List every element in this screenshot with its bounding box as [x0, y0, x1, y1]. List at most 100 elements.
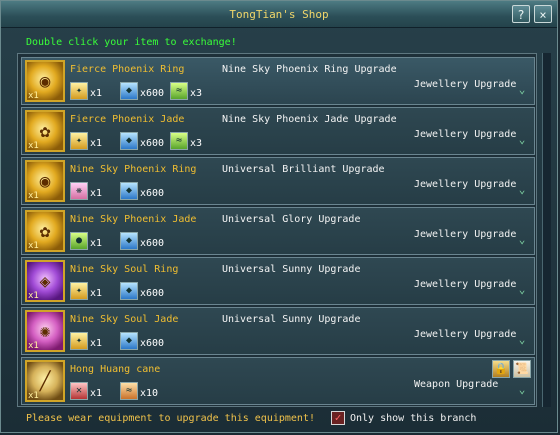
- material-quantity: x3: [190, 138, 203, 149]
- crystal-icon: ◆: [125, 185, 133, 196]
- item-quantity: x1: [28, 91, 39, 101]
- material-icon: ✕: [70, 382, 88, 400]
- item-icon[interactable]: ◉ x1: [25, 60, 65, 102]
- scroll-icon[interactable]: 📜: [513, 360, 531, 378]
- crystal-icon: ◆: [125, 235, 133, 246]
- material-quantity: x1: [90, 88, 103, 99]
- gem-icon: ✦: [75, 285, 83, 296]
- item-quantity: x1: [28, 291, 39, 301]
- help-button[interactable]: ?: [512, 5, 530, 23]
- material-quantity: x600: [140, 288, 165, 299]
- exchange-row[interactable]: ✿ x1 Fierce Phoenix Jade Nine Sky Phoeni…: [21, 107, 535, 155]
- item-name: Nine Sky Phoenix Ring: [70, 164, 197, 175]
- item-icon[interactable]: ✺ x1: [25, 310, 65, 352]
- material-quantity: x10: [140, 388, 159, 399]
- shell-icon: ❋: [75, 185, 83, 196]
- feather-icon: ≈: [175, 135, 183, 146]
- material-quantity: x1: [90, 138, 103, 149]
- cross-icon: ✕: [75, 385, 83, 396]
- shop-window: TongTian's Shop ? × Double click your it…: [0, 0, 558, 433]
- material-icon: ◆: [120, 282, 138, 300]
- exchange-row[interactable]: ◈ x1 Nine Sky Soul Ring Universal Sunny …: [21, 257, 535, 305]
- soul-ring-icon: ◈: [39, 271, 51, 292]
- crystal-icon: ◆: [125, 135, 133, 146]
- chevron-down-icon[interactable]: ⌄: [516, 184, 528, 196]
- upgrade-branch: Jewellery Upgrade: [414, 179, 517, 190]
- upgrade-branch: Weapon Upgrade: [414, 379, 499, 390]
- upgrade-name: Universal Glory Upgrade: [222, 214, 361, 225]
- material-icon: ❋: [70, 182, 88, 200]
- material-icon: ≈: [120, 382, 138, 400]
- material-quantity: x1: [90, 388, 103, 399]
- chevron-down-icon[interactable]: ⌄: [516, 384, 528, 396]
- chevron-down-icon[interactable]: ⌄: [516, 284, 528, 296]
- chevron-down-icon[interactable]: ⌄: [516, 234, 528, 246]
- material-quantity: x1: [90, 188, 103, 199]
- material-quantity: x1: [90, 238, 103, 249]
- item-name: Nine Sky Soul Jade: [70, 314, 179, 325]
- upgrade-branch: Jewellery Upgrade: [414, 279, 517, 290]
- window-title: TongTian's Shop: [229, 8, 329, 21]
- feather-icon: ≈: [175, 85, 183, 96]
- close-button[interactable]: ×: [534, 5, 552, 23]
- exchange-row[interactable]: ✺ x1 Nine Sky Soul Jade Universal Sunny …: [21, 307, 535, 355]
- item-icon[interactable]: ✿ x1: [25, 210, 65, 252]
- orb-icon: ●: [75, 235, 83, 246]
- material-quantity: x600: [140, 338, 165, 349]
- upgrade-branch: Jewellery Upgrade: [414, 129, 517, 140]
- exchange-hint: Double click your item to exchange!: [26, 37, 237, 48]
- item-quantity: x1: [28, 191, 39, 201]
- material-icon: ✦: [70, 332, 88, 350]
- ring-icon: ◉: [39, 171, 51, 192]
- material-icon: ≈: [170, 132, 188, 150]
- item-icon[interactable]: ◉ x1: [25, 160, 65, 202]
- feather-icon: ≈: [125, 385, 133, 396]
- vertical-scrollbar[interactable]: [542, 53, 551, 407]
- item-icon[interactable]: ◈ x1: [25, 260, 65, 302]
- item-quantity: x1: [28, 141, 39, 151]
- material-icon: ◆: [120, 332, 138, 350]
- only-show-branch-label: Only show this branch: [350, 413, 477, 424]
- item-name: Nine Sky Soul Ring: [70, 264, 179, 275]
- material-icon: ◆: [120, 82, 138, 100]
- crystal-icon: ◆: [125, 85, 133, 96]
- exchange-row[interactable]: ◉ x1 Fierce Phoenix Ring Nine Sky Phoeni…: [21, 57, 535, 105]
- upgrade-name: Nine Sky Phoenix Jade Upgrade: [222, 114, 397, 125]
- material-quantity: x600: [140, 138, 165, 149]
- item-name: Hong Huang cane: [70, 364, 161, 375]
- item-name: Fierce Phoenix Jade: [70, 114, 185, 125]
- upgrade-name: Universal Sunny Upgrade: [222, 264, 361, 275]
- item-icon[interactable]: ✿ x1: [25, 110, 65, 152]
- item-quantity: x1: [28, 391, 39, 401]
- upgrade-name: Nine Sky Phoenix Ring Upgrade: [222, 64, 397, 75]
- item-quantity: x1: [28, 341, 39, 351]
- lock-icon[interactable]: 🔒: [492, 360, 510, 378]
- upgrade-branch: Jewellery Upgrade: [414, 229, 517, 240]
- only-show-branch-checkbox[interactable]: ✓: [331, 411, 345, 425]
- material-quantity: x3: [190, 88, 203, 99]
- exchange-row[interactable]: ◉ x1 Nine Sky Phoenix Ring Universal Bri…: [21, 157, 535, 205]
- material-icon: ●: [70, 232, 88, 250]
- crystal-icon: ◆: [125, 285, 133, 296]
- upgrade-name: Universal Brilliant Upgrade: [222, 164, 385, 175]
- material-icon: ✦: [70, 132, 88, 150]
- soul-jade-icon: ✺: [39, 321, 51, 342]
- gem-icon: ✦: [75, 335, 83, 346]
- chevron-down-icon[interactable]: ⌄: [516, 334, 528, 346]
- jade-icon: ✿: [39, 121, 51, 142]
- upgrade-name: Universal Sunny Upgrade: [222, 314, 361, 325]
- equipment-requirement-message: Please wear equipment to upgrade this eq…: [26, 413, 315, 424]
- title-bar[interactable]: TongTian's Shop ? ×: [1, 1, 557, 28]
- exchange-row[interactable]: ╱ x1 Hong Huang cane ✕ x1 ≈ x10 🔒 📜 Weap…: [21, 357, 535, 405]
- exchange-row[interactable]: ✿ x1 Nine Sky Phoenix Jade Universal Glo…: [21, 207, 535, 255]
- gem-icon: ✦: [75, 135, 83, 146]
- chevron-down-icon[interactable]: ⌄: [516, 134, 528, 146]
- gem-icon: ✦: [75, 85, 83, 96]
- item-icon[interactable]: ╱ x1: [25, 360, 65, 402]
- chevron-down-icon[interactable]: ⌄: [516, 84, 528, 96]
- material-icon: ◆: [120, 182, 138, 200]
- material-quantity: x1: [90, 288, 103, 299]
- material-quantity: x600: [140, 88, 165, 99]
- material-icon: ≈: [170, 82, 188, 100]
- material-quantity: x600: [140, 188, 165, 199]
